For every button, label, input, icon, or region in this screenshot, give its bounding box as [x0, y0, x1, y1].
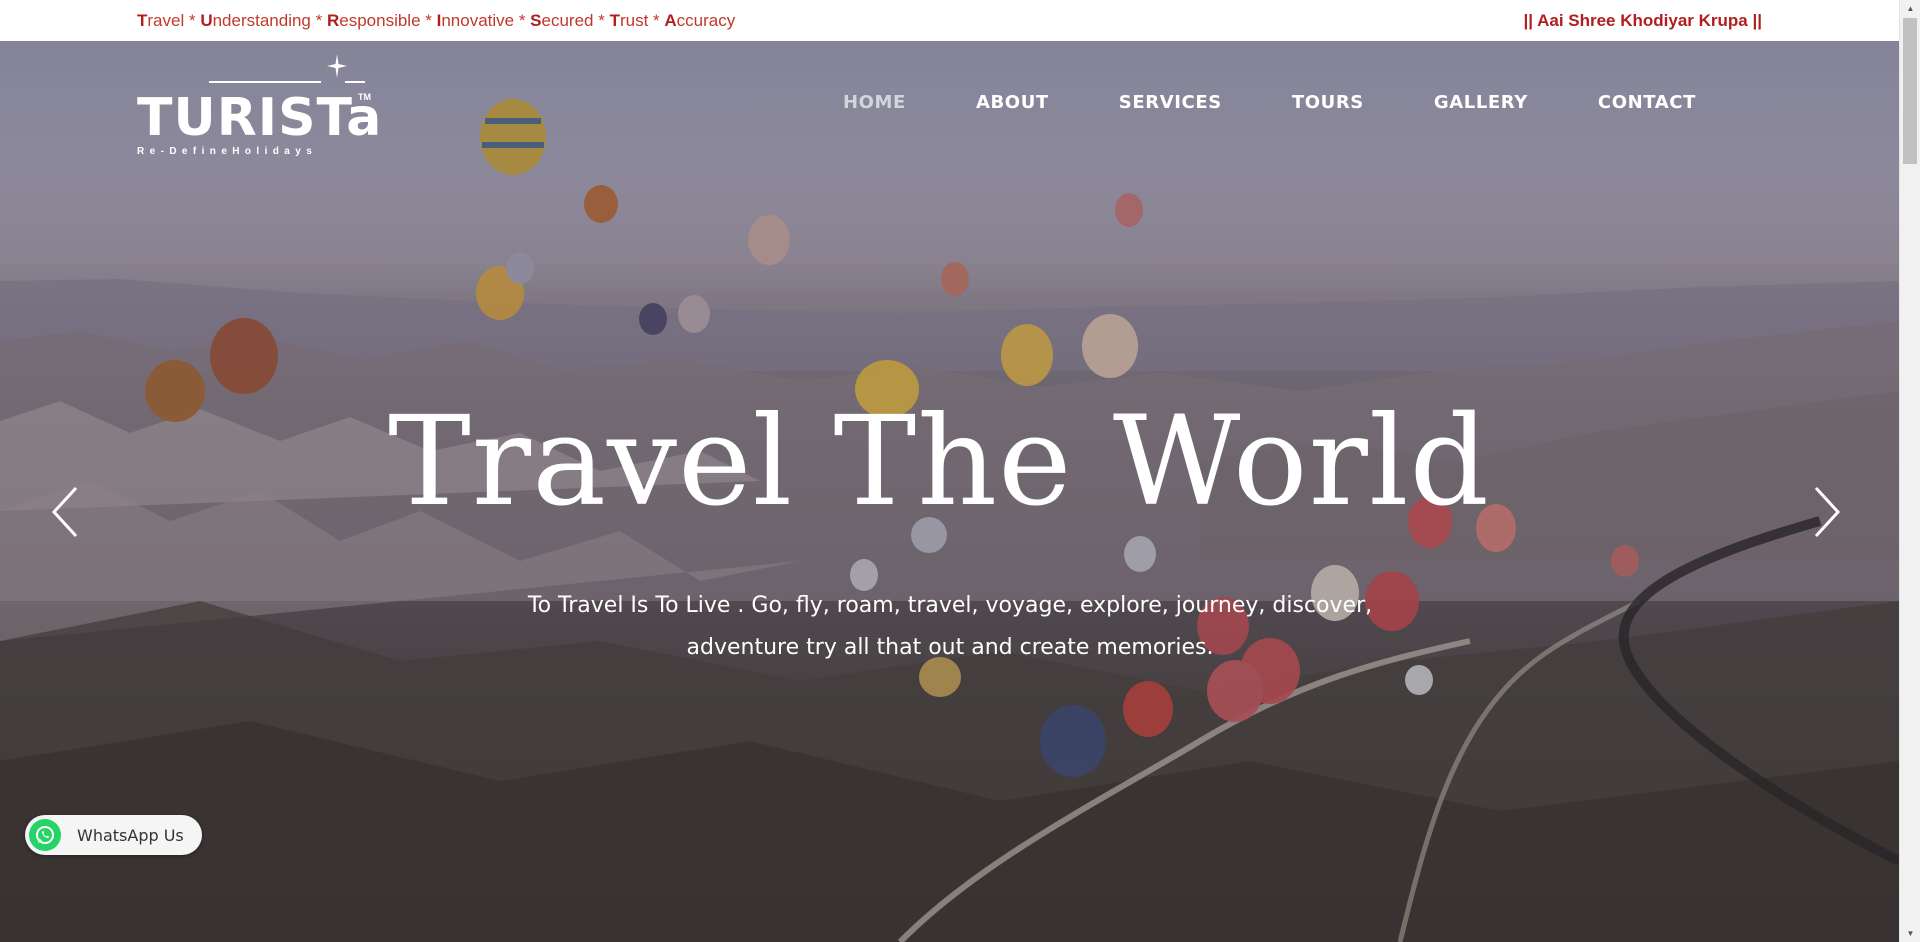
tagline-cap: T: [609, 10, 620, 30]
tagline-rest: nnovative *: [441, 10, 531, 30]
hero-title: Travel The World: [388, 390, 1490, 534]
blessing-text: || Aai Shree Khodiyar Krupa ||: [1523, 10, 1762, 30]
tagline-word: Understanding *: [200, 11, 327, 30]
top-info-bar: Travel * Understanding * Responsible * I…: [0, 0, 1899, 41]
tagline-word: Travel *: [137, 11, 200, 30]
tagline-cap: T: [137, 10, 148, 30]
tagline-word: Responsible *: [327, 11, 437, 30]
tagline: Travel * Understanding * Responsible * I…: [137, 11, 735, 31]
logo-trademark: TM: [358, 92, 371, 102]
nav-gallery[interactable]: GALLERY: [1399, 91, 1563, 115]
tagline-cap: S: [530, 10, 542, 30]
nav-about[interactable]: ABOUT: [941, 91, 1084, 115]
logo-subtitle: Re-DefineHolidays: [137, 146, 318, 157]
logo-wordmark: TURISTa: [137, 88, 383, 148]
tagline-rest: nderstanding *: [212, 10, 327, 30]
hero-slider: Travel The World To Travel Is To Live . …: [0, 41, 1899, 942]
chevron-left-icon: [51, 486, 78, 538]
nav-contact[interactable]: CONTACT: [1563, 91, 1731, 115]
whatsapp-button[interactable]: WhatsApp Us: [25, 815, 202, 855]
tagline-cap: A: [664, 10, 677, 30]
main-nav: HOME ABOUT SERVICES TOURS GALLERY CONTAC…: [808, 91, 1731, 115]
tagline-cap: R: [326, 10, 340, 30]
slider-next-button[interactable]: [1810, 484, 1844, 540]
scroll-down-icon[interactable]: ▼: [1900, 925, 1920, 942]
tagline-word: Secured *: [530, 11, 609, 30]
tagline-word: Accuracy: [664, 11, 735, 30]
nav-tours[interactable]: TOURS: [1257, 91, 1399, 115]
tagline-word: Trust *: [610, 11, 665, 30]
tagline-rest: esponsible *: [339, 10, 437, 30]
whatsapp-icon: [29, 819, 61, 851]
scroll-up-icon[interactable]: ▲: [1900, 0, 1920, 17]
tagline-rest: rust *: [619, 10, 665, 30]
tagline-rest: ecured *: [541, 10, 610, 30]
chevron-right-icon: [1814, 486, 1841, 538]
whatsapp-label: WhatsApp Us: [77, 825, 184, 845]
tagline-word: Innovative *: [437, 11, 531, 30]
tagline-cap: U: [200, 10, 213, 30]
site-logo[interactable]: TURISTa TM Re-DefineHolidays: [137, 54, 381, 158]
page-scrollbar[interactable]: ▲ ▼: [1899, 0, 1920, 942]
tagline-rest: ravel *: [147, 10, 201, 30]
hero-subtitle: To Travel Is To Live . Go, fly, roam, tr…: [527, 593, 1373, 660]
tagline-rest: ccuracy: [676, 10, 736, 30]
slider-prev-button[interactable]: [48, 484, 82, 540]
nav-home[interactable]: HOME: [808, 91, 941, 115]
scrollbar-thumb[interactable]: [1903, 18, 1917, 164]
nav-services[interactable]: SERVICES: [1084, 91, 1257, 115]
